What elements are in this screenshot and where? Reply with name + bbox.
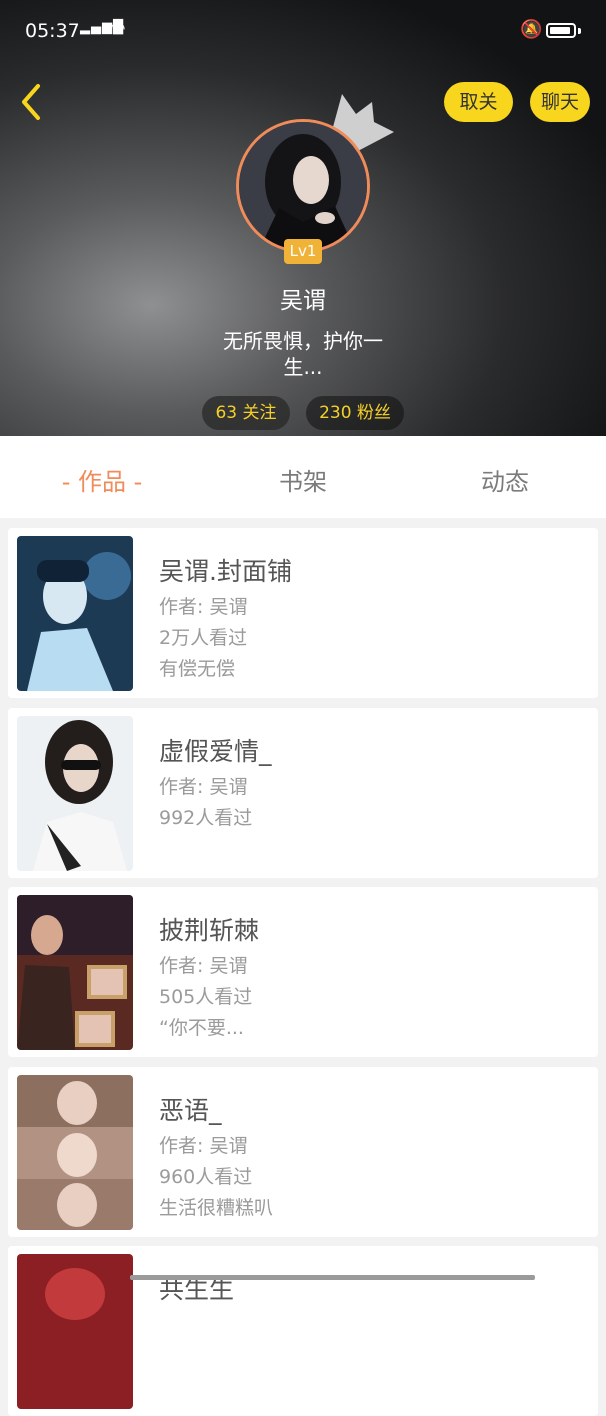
profile-header: 05:37 ▂▄▆█ ◠ 🔕 取关 聊天 Lv1 吴谓 无所畏惧，护你一生...… bbox=[0, 0, 606, 436]
book-views: 505人看过 bbox=[159, 986, 253, 1008]
book-description: “你不要... bbox=[159, 1017, 244, 1039]
book-cover bbox=[17, 1075, 133, 1230]
wifi-icon: ◠ bbox=[110, 18, 126, 39]
fans-count[interactable]: 230 粉丝 bbox=[306, 396, 404, 430]
level-badge: Lv1 bbox=[284, 239, 322, 264]
back-button[interactable] bbox=[14, 80, 54, 124]
avatar[interactable] bbox=[236, 119, 370, 253]
book-cover bbox=[17, 536, 133, 691]
book-author: 作者: 吴谓 bbox=[159, 596, 248, 618]
book-description: 有偿无偿 bbox=[159, 658, 236, 680]
tab-activity[interactable]: 动态 bbox=[405, 462, 605, 497]
book-views: 960人看过 bbox=[159, 1166, 253, 1188]
unfollow-button[interactable]: 取关 bbox=[444, 82, 513, 122]
book-cover bbox=[17, 895, 133, 1050]
tab-bookshelf[interactable]: 书架 bbox=[203, 462, 403, 497]
book-author: 作者: 吴谓 bbox=[159, 776, 248, 798]
status-bar: 05:37 ▂▄▆█ ◠ 🔕 bbox=[0, 0, 606, 44]
book-card[interactable]: 虚假爱情_ 作者: 吴谓 992人看过 bbox=[8, 708, 598, 878]
book-card[interactable]: 共生生 bbox=[8, 1246, 598, 1416]
user-bio: 无所畏惧，护你一生... bbox=[223, 329, 383, 379]
book-title: 恶语_ bbox=[159, 1096, 222, 1125]
following-count[interactable]: 63 关注 bbox=[202, 396, 290, 430]
horizontal-scrollbar[interactable] bbox=[130, 1275, 535, 1280]
profile-tabs: - 作品 - 书架 动态 bbox=[0, 436, 606, 518]
battery-icon bbox=[546, 23, 576, 38]
chevron-left-icon bbox=[22, 84, 40, 120]
book-title: 披荆斩棘 bbox=[159, 916, 260, 945]
username: 吴谓 bbox=[280, 288, 326, 314]
status-time: 05:37 bbox=[25, 20, 80, 42]
book-card[interactable]: 披荆斩棘 作者: 吴谓 505人看过 “你不要... bbox=[8, 887, 598, 1057]
book-cover bbox=[17, 1254, 133, 1409]
book-description: 生活很糟糕叭 bbox=[159, 1197, 274, 1219]
book-author: 作者: 吴谓 bbox=[159, 1135, 248, 1157]
book-card[interactable]: 吴谓.封面铺 作者: 吴谓 2万人看过 有偿无偿 bbox=[8, 528, 598, 698]
book-title: 虚假爱情_ bbox=[159, 737, 272, 766]
chat-button[interactable]: 聊天 bbox=[530, 82, 590, 122]
book-card[interactable]: 恶语_ 作者: 吴谓 960人看过 生活很糟糕叭 bbox=[8, 1067, 598, 1237]
book-title: 吴谓.封面铺 bbox=[159, 557, 292, 586]
book-views: 992人看过 bbox=[159, 807, 253, 829]
book-cover bbox=[17, 716, 133, 871]
mute-bell-icon: 🔕 bbox=[520, 19, 543, 40]
book-author: 作者: 吴谓 bbox=[159, 955, 248, 977]
book-views: 2万人看过 bbox=[159, 627, 248, 649]
tab-works[interactable]: - 作品 - bbox=[2, 462, 202, 497]
